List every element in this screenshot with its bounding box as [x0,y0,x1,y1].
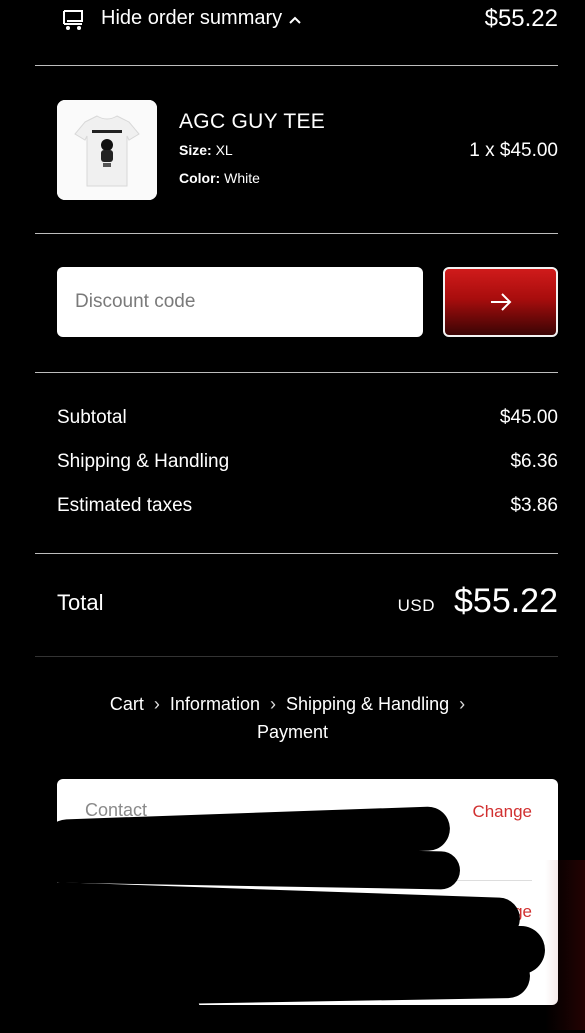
header-order-total: $55.22 [484,5,558,32]
breadcrumb-information[interactable]: Information [170,694,260,714]
divider [35,65,558,66]
product-name: AGC GUY TEE [179,110,326,133]
product-color: Color: White [179,170,260,186]
chevron-up-icon [289,16,301,24]
change-contact-link[interactable]: Change [472,802,532,822]
breadcrumb-cart[interactable]: Cart [110,694,144,714]
discount-code-input[interactable] [57,267,423,337]
tshirt-image [57,100,157,200]
color-label: Color: [179,170,221,186]
breadcrumb-payment: Payment [256,722,329,742]
shipping-label: Shipping & Handling [57,451,230,472]
breadcrumb-shipping[interactable]: Shipping & Handling [286,694,449,714]
shipping-value: $6.36 [510,451,558,472]
subtotal-value: $45.00 [499,407,558,428]
redaction-mark [40,990,200,1033]
product-quantity-price: 1 x $45.00 [469,140,558,161]
divider [35,372,558,373]
chevron-right-icon: › [269,694,276,714]
color-value: White [224,170,260,186]
product-size: Size: XL [179,142,233,158]
divider [35,553,558,554]
breadcrumb: Cart › Information › Shipping & Handling › Pay… [40,690,545,746]
taxes-value: $3.86 [510,495,558,516]
screen-glare [545,860,585,1030]
grand-total: $55.22 [454,582,558,620]
chevron-right-icon: › [153,694,160,714]
apply-discount-button[interactable] [443,267,558,337]
hide-order-summary-label: Hide order summary [101,7,283,29]
arrow-right-icon [490,293,511,311]
size-label: Size: [179,142,212,158]
currency-code: USD [397,596,435,615]
taxes-label: Estimated taxes [57,495,193,516]
divider [35,656,558,657]
size-value: XL [215,142,233,158]
cart-icon [63,10,83,30]
subtotal-label: Subtotal [57,407,127,428]
divider [35,233,558,234]
total-label: Total [57,590,104,615]
hide-order-summary-toggle[interactable]: Hide order summary [101,7,302,30]
product-thumbnail [57,100,157,200]
chevron-right-icon: › [459,694,466,714]
